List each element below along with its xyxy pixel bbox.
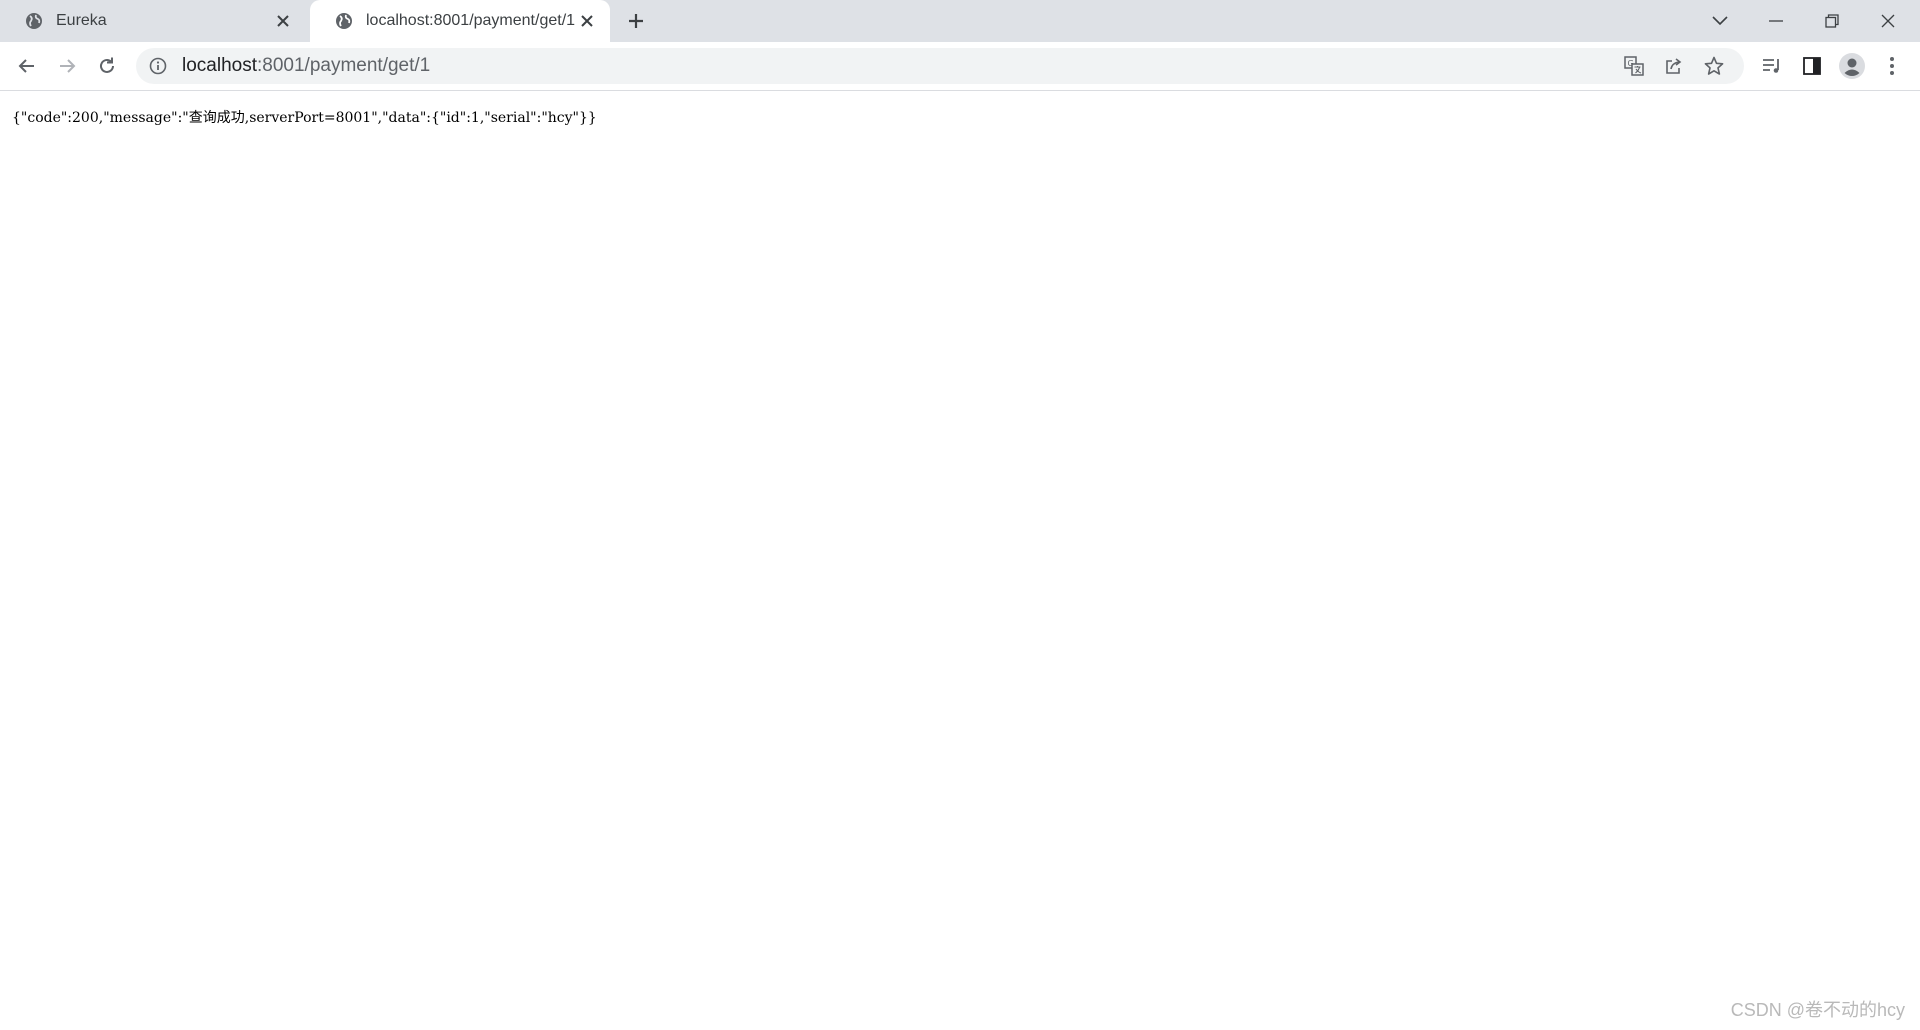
bookmark-button[interactable]: [1700, 52, 1728, 80]
url-text[interactable]: localhost:8001/payment/get/1: [182, 55, 430, 77]
translate-icon: G: [1624, 56, 1644, 76]
arrow-left-icon: [18, 59, 34, 73]
share-button[interactable]: [1660, 52, 1688, 80]
minimize-button[interactable]: [1748, 0, 1804, 42]
forward-button[interactable]: [51, 50, 83, 82]
side-panel-icon: [1803, 57, 1821, 75]
tab-search-button[interactable]: [1692, 0, 1748, 42]
plus-icon: [629, 14, 643, 28]
page-content: {"code":200,"message":"查询成功,serverPort=8…: [0, 91, 1920, 1030]
tab-payment[interactable]: localhost:8001/payment/get/1: [310, 0, 610, 42]
tab-strip: Eureka localhost:8001/payment/get/1: [0, 0, 1920, 42]
new-tab-button[interactable]: [620, 8, 652, 34]
toolbar: localhost:8001/payment/get/1 G: [0, 42, 1920, 91]
url-host: localhost: [182, 55, 257, 76]
globe-icon: [24, 11, 44, 31]
address-bar[interactable]: localhost:8001/payment/get/1 G: [136, 48, 1744, 84]
reload-icon: [100, 57, 114, 73]
reload-button[interactable]: [91, 50, 123, 82]
close-window-button[interactable]: [1860, 0, 1916, 42]
globe-icon: [334, 11, 354, 31]
close-tab-icon[interactable]: [576, 10, 598, 32]
reading-list-icon: [1763, 59, 1779, 73]
url-path: :8001/payment/get/1: [257, 55, 431, 76]
share-icon: [1666, 58, 1682, 74]
close-tab-icon[interactable]: [272, 10, 294, 32]
restore-icon: [1825, 14, 1839, 28]
watermark: CSDN @卷不动的hcy: [1730, 1000, 1905, 1020]
side-panel-button[interactable]: [1798, 52, 1826, 80]
tab-title: Eureka: [56, 12, 107, 29]
reading-list-button[interactable]: [1758, 52, 1786, 80]
star-icon: [1704, 56, 1724, 75]
close-icon: [1881, 14, 1895, 28]
tab-eureka[interactable]: Eureka: [0, 0, 306, 42]
back-button[interactable]: [11, 50, 43, 82]
menu-button[interactable]: [1878, 52, 1906, 80]
translate-button[interactable]: G: [1620, 52, 1648, 80]
restore-button[interactable]: [1804, 0, 1860, 42]
avatar-icon: [1839, 53, 1865, 79]
profile-button[interactable]: [1838, 52, 1866, 80]
chevron-down-icon: [1712, 16, 1728, 26]
json-response: {"code":200,"message":"查询成功,serverPort=8…: [12, 110, 597, 126]
minimize-icon: [1769, 20, 1783, 22]
tab-title: localhost:8001/payment/get/1: [366, 12, 576, 29]
arrow-right-icon: [60, 59, 76, 73]
more-vertical-icon: [1890, 57, 1894, 75]
info-icon[interactable]: [148, 56, 168, 76]
browser-window: Eureka localhost:8001/payment/get/1 loca…: [0, 0, 1920, 1030]
